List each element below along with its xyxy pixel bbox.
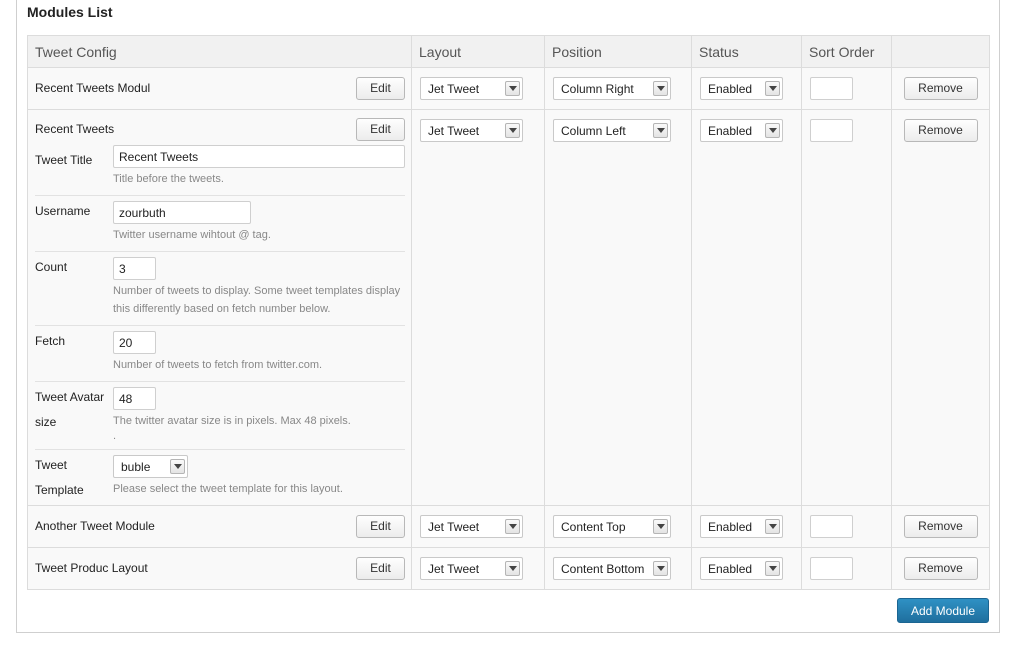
field-label: Tweet Template [35, 458, 84, 497]
field-username: Username Twitter username wihtout @ tag. [35, 196, 405, 252]
field-tweet-title: Tweet Title Title before the tweets. [35, 145, 405, 196]
username-input[interactable] [113, 201, 251, 224]
chevron-down-icon [653, 519, 668, 534]
fetch-input[interactable] [113, 331, 156, 354]
edit-button[interactable]: Edit [356, 556, 405, 580]
header-actions [891, 35, 990, 68]
chevron-down-icon [505, 81, 520, 96]
field-hint-extra: . [113, 430, 117, 442]
chevron-down-icon [170, 459, 185, 474]
layout-select[interactable]: Jet Tweet [420, 119, 523, 142]
position-select[interactable]: Content Top [553, 515, 671, 538]
remove-button[interactable]: Remove [903, 557, 978, 580]
header-position: Position [544, 35, 692, 68]
count-input[interactable] [113, 257, 156, 280]
field-tweet-template: Tweet Template buble Please select the t… [35, 450, 405, 505]
table-header-row: Tweet Config Layout Position Status Sort… [27, 35, 990, 68]
field-hint: Title before the tweets. [113, 173, 224, 185]
module-name: Recent Tweets Modul [35, 81, 151, 95]
position-select[interactable]: Column Right [553, 77, 671, 100]
module-name: Tweet Produc Layout [35, 561, 148, 575]
chevron-down-icon [653, 81, 668, 96]
field-hint: Number of tweets to display. Some tweet … [113, 285, 401, 315]
chevron-down-icon [653, 561, 668, 576]
field-avatar-size: Tweet Avatar size The twitter avatar siz… [35, 382, 405, 450]
field-label: Fetch [35, 334, 66, 348]
chevron-down-icon [765, 81, 780, 96]
chevron-down-icon [505, 123, 520, 138]
edit-button[interactable]: Edit [356, 76, 405, 100]
field-fetch: Fetch Number of tweets to fetch from twi… [35, 326, 405, 382]
table-row: Tweet Produc Layout Edit Jet Tweet Conte… [27, 547, 990, 590]
sort-order-input[interactable] [810, 557, 853, 580]
avatar-size-input[interactable] [113, 387, 156, 410]
field-hint: Twitter username wihtout @ tag. [113, 229, 271, 241]
field-label: Tweet Avatar size [35, 390, 105, 429]
header-status: Status [691, 35, 802, 68]
chevron-down-icon [505, 561, 520, 576]
layout-select[interactable]: Jet Tweet [420, 77, 523, 100]
status-select[interactable]: Enabled [700, 119, 783, 142]
table-row: Recent Tweets Modul Edit Jet Tweet Colum… [27, 67, 990, 110]
header-tweet-config: Tweet Config [27, 35, 412, 68]
field-hint: Please select the tweet template for thi… [113, 483, 343, 495]
layout-select[interactable]: Jet Tweet [420, 557, 523, 580]
remove-button[interactable]: Remove [903, 119, 978, 142]
edit-button[interactable]: Edit [356, 514, 405, 538]
remove-button[interactable]: Remove [903, 77, 978, 100]
status-select[interactable]: Enabled [700, 515, 783, 538]
module-name: Recent Tweets [35, 122, 115, 136]
position-select[interactable]: Content Bottom [553, 557, 671, 580]
chevron-down-icon [765, 561, 780, 576]
remove-button[interactable]: Remove [903, 515, 978, 538]
field-label: Username [35, 204, 91, 218]
panel-title: Modules List [27, 4, 113, 20]
chevron-down-icon [653, 123, 668, 138]
sort-order-input[interactable] [810, 515, 853, 538]
field-count: Count Number of tweets to display. Some … [35, 252, 405, 326]
field-hint: The twitter avatar size is in pixels. Ma… [113, 415, 351, 427]
position-select[interactable]: Column Left [553, 119, 671, 142]
chevron-down-icon [765, 519, 780, 534]
status-select[interactable]: Enabled [700, 77, 783, 100]
tweet-template-select[interactable]: buble [113, 455, 188, 478]
modules-table: Tweet Config Layout Position Status Sort… [27, 35, 990, 590]
header-layout: Layout [411, 35, 545, 68]
field-label: Tweet Title [35, 153, 93, 167]
field-label: Count [35, 260, 68, 274]
header-sort-order: Sort Order [801, 35, 892, 68]
module-name: Another Tweet Module [35, 519, 155, 533]
sort-order-input[interactable] [810, 119, 853, 142]
sort-order-input[interactable] [810, 77, 853, 100]
table-row: Recent Tweets Edit Tweet Title Title bef… [27, 109, 990, 506]
chevron-down-icon [765, 123, 780, 138]
status-select[interactable]: Enabled [700, 557, 783, 580]
table-row: Another Tweet Module Edit Jet Tweet Cont… [27, 505, 990, 548]
add-module-button[interactable]: Add Module [897, 598, 989, 623]
config-fields: Tweet Title Title before the tweets. Use… [28, 145, 411, 505]
edit-button[interactable]: Edit [356, 117, 405, 141]
tweet-title-input[interactable] [113, 145, 405, 168]
chevron-down-icon [505, 519, 520, 534]
field-hint: Number of tweets to fetch from twitter.c… [113, 359, 323, 371]
layout-select[interactable]: Jet Tweet [420, 515, 523, 538]
